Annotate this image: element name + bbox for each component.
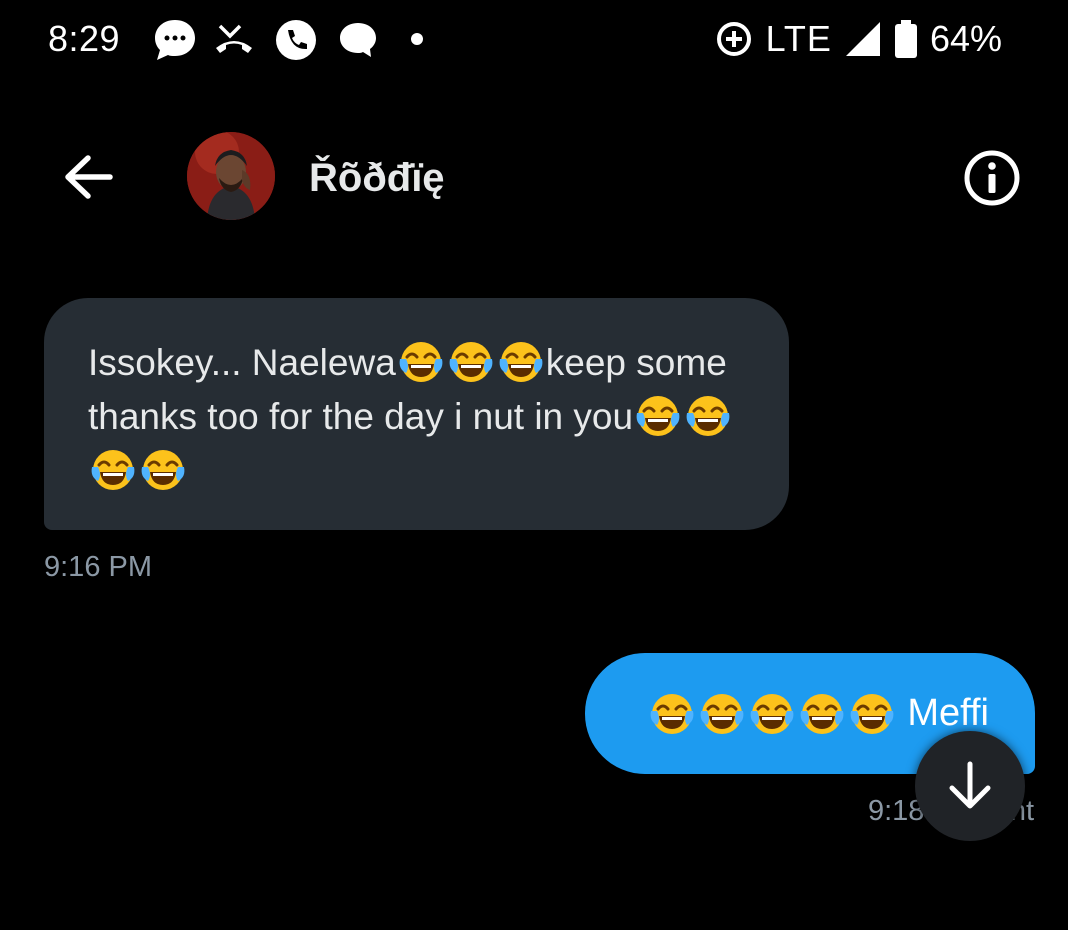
battery-percent: 64%: [929, 18, 1002, 59]
message-icon: [340, 23, 376, 57]
emoji-group: [647, 691, 897, 737]
avatar-image: [187, 132, 275, 220]
conversation-header: Řõðđïę: [0, 120, 1068, 230]
arrow-down-icon: [949, 761, 991, 809]
status-right: LTE 64%: [714, 18, 1002, 60]
joy-emoji-icon: [699, 691, 745, 737]
contact-name[interactable]: Řõðđïę: [309, 156, 445, 201]
incoming-message[interactable]: Issokey... Naelewa keep some thanks too f…: [44, 298, 789, 530]
message-text-part: Issokey... Naelewa: [88, 342, 396, 383]
arrow-left-icon[interactable]: [60, 150, 120, 204]
avatar[interactable]: [187, 132, 275, 220]
joy-emoji-icon: [140, 447, 186, 493]
network-type: LTE: [765, 18, 832, 59]
joy-emoji-icon: [398, 339, 444, 385]
joy-emoji-icon: [498, 339, 544, 385]
phone-icon: [276, 20, 316, 60]
scroll-to-bottom-button[interactable]: [915, 731, 1025, 841]
chat-bubble-icon: [155, 20, 195, 60]
message-timestamp: 9:16 PM: [44, 551, 152, 583]
joy-emoji-icon: [849, 691, 895, 737]
status-time: 8:29: [48, 18, 121, 59]
dot-icon: [411, 33, 423, 45]
signal-icon: [845, 22, 880, 56]
missed-call-icon: [216, 24, 252, 53]
joy-emoji-icon: [448, 339, 494, 385]
data-saver-icon: [716, 22, 751, 56]
joy-emoji-icon: [649, 691, 695, 737]
joy-emoji-icon: [685, 393, 731, 439]
status-bar: 8:29 LTE 64%: [0, 0, 1068, 80]
info-icon[interactable]: [962, 148, 1022, 208]
joy-emoji-icon: [749, 691, 795, 737]
message-text: Meffi: [907, 692, 989, 734]
joy-emoji-icon: [90, 447, 136, 493]
battery-icon: [894, 20, 917, 58]
joy-emoji-icon: [635, 393, 681, 439]
joy-emoji-icon: [799, 691, 845, 737]
